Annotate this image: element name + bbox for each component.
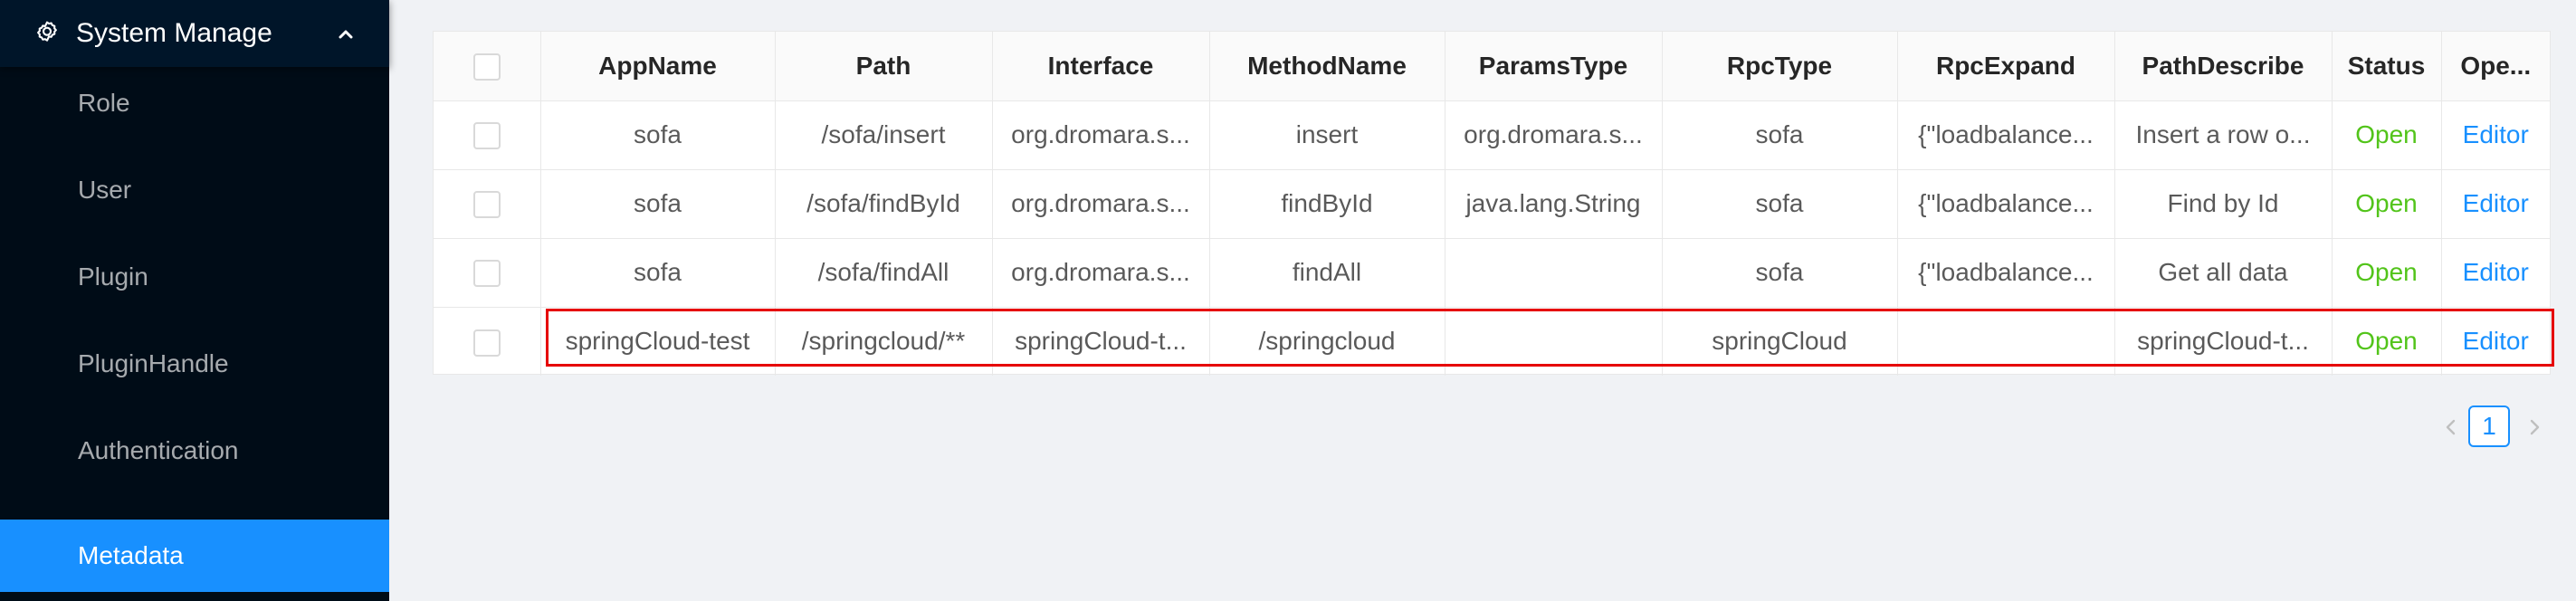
sidebar-item-metadata[interactable]: Metadata	[0, 520, 389, 592]
cell-rpctype: sofa	[1662, 169, 1898, 239]
column-header-path: Path	[775, 32, 993, 101]
cell-appname: sofa	[540, 100, 776, 170]
editor-link[interactable]: Editor	[2441, 169, 2550, 239]
column-header-rpctype: RpcType	[1662, 32, 1898, 101]
cell-paramstype	[1445, 238, 1663, 308]
cell-interface: org.dromara.s...	[992, 100, 1210, 170]
column-header-operation: Ope...	[2441, 32, 2550, 101]
cell-rpcexpand	[1897, 307, 2115, 376]
cell-path: /springcloud/**	[775, 307, 993, 376]
table-row: sofa /sofa/findAll org.dromara.s... find…	[434, 238, 2550, 308]
sidebar-item-label: Role	[78, 89, 130, 117]
cell-pathdescribe: Insert a row o...	[2114, 100, 2333, 170]
row-select-cell[interactable]	[434, 307, 541, 376]
app-root: System Manage Role User Plugin PluginHandle…	[0, 0, 2576, 601]
cell-rpctype: sofa	[1662, 100, 1898, 170]
column-header-methodname: MethodName	[1209, 32, 1445, 101]
row-select-cell[interactable]	[434, 100, 541, 170]
sidebar-item-role[interactable]: Role	[0, 67, 389, 139]
sidebar-item-label: Metadata	[78, 541, 184, 569]
cell-appname: sofa	[540, 238, 776, 308]
sidebar-item-label: User	[78, 176, 132, 204]
cell-appname: springCloud-test	[540, 307, 776, 376]
table-header-row: AppName Path Interface MethodName Params…	[434, 32, 2550, 101]
cell-rpctype: sofa	[1662, 238, 1898, 308]
table-row: sofa /sofa/insert org.dromara.s... inser…	[434, 100, 2550, 170]
chevron-right-icon	[2530, 419, 2540, 435]
pagination-next[interactable]	[2520, 413, 2549, 442]
cell-interface: springCloud-t...	[992, 307, 1210, 376]
row-checkbox[interactable]	[472, 329, 501, 357]
main-content: AppName Path Interface MethodName Params…	[389, 0, 2576, 601]
cell-methodname: findAll	[1209, 238, 1445, 308]
cell-interface: org.dromara.s...	[992, 238, 1210, 308]
row-checkbox[interactable]	[472, 191, 501, 219]
cell-status: Open	[2332, 169, 2442, 239]
sidebar-item-plugin[interactable]: Plugin	[0, 241, 389, 313]
cell-status: Open	[2332, 100, 2442, 170]
sidebar-item-label: Plugin	[78, 262, 148, 291]
pagination-page-1[interactable]: 1	[2468, 405, 2510, 447]
row-select-cell[interactable]	[434, 238, 541, 308]
metadata-table: AppName Path Interface MethodName Params…	[433, 31, 2551, 376]
cell-paramstype: java.lang.String	[1445, 169, 1663, 239]
submenu-items: Role User Plugin PluginHandle Authentication…	[0, 67, 389, 601]
cell-path: /sofa/findById	[775, 169, 993, 239]
column-header-status: Status	[2332, 32, 2442, 101]
column-header-paramstype: ParamsType	[1445, 32, 1663, 101]
row-select-cell[interactable]	[434, 169, 541, 239]
cell-rpcexpand: {"loadbalance...	[1897, 169, 2115, 239]
sidebar-item-label: Authentication	[78, 436, 239, 464]
column-header-rpcexpand: RpcExpand	[1897, 32, 2115, 101]
column-header-pathdescribe: PathDescribe	[2114, 32, 2333, 101]
editor-link[interactable]: Editor	[2441, 307, 2550, 376]
select-all-checkbox[interactable]	[472, 53, 501, 81]
chevron-left-icon	[2446, 419, 2456, 435]
cell-rpcexpand: {"loadbalance...	[1897, 238, 2115, 308]
cell-status: Open	[2332, 238, 2442, 308]
cell-methodname: insert	[1209, 100, 1445, 170]
column-header-interface: Interface	[992, 32, 1210, 101]
cell-path: /sofa/findAll	[775, 238, 993, 308]
cell-pathdescribe: Find by Id	[2114, 169, 2333, 239]
metadata-grid: AppName Path Interface MethodName Params…	[434, 32, 2550, 376]
cell-paramstype	[1445, 307, 1663, 376]
sidebar-item-label: PluginHandle	[78, 349, 229, 377]
sidebar-item-user[interactable]: User	[0, 154, 389, 226]
cell-pathdescribe: springCloud-t...	[2114, 307, 2333, 376]
editor-link[interactable]: Editor	[2441, 100, 2550, 170]
select-all-cell[interactable]	[434, 32, 541, 101]
cell-pathdescribe: Get all data	[2114, 238, 2333, 308]
cell-methodname: /springcloud	[1209, 307, 1445, 376]
table-row: sofa /sofa/findById org.dromara.s... fin…	[434, 169, 2550, 239]
submenu-title: System Manage	[76, 18, 272, 48]
row-checkbox[interactable]	[472, 122, 501, 150]
cell-rpctype: springCloud	[1662, 307, 1898, 376]
table-row-highlighted: springCloud-test /springcloud/** springC…	[434, 307, 2550, 376]
cell-path: /sofa/insert	[775, 100, 993, 170]
cell-paramstype: org.dromara.s...	[1445, 100, 1663, 170]
column-header-appname: AppName	[540, 32, 776, 101]
cell-interface: org.dromara.s...	[992, 169, 1210, 239]
gear-icon	[37, 21, 57, 42]
sidebar-item-authentication[interactable]: Authentication	[0, 415, 389, 487]
row-checkbox[interactable]	[472, 260, 501, 288]
sidebar-item-pluginhandle[interactable]: PluginHandle	[0, 328, 389, 400]
cell-methodname: findById	[1209, 169, 1445, 239]
sidebar: System Manage Role User Plugin PluginHandle…	[0, 0, 389, 601]
cell-rpcexpand: {"loadbalance...	[1897, 100, 2115, 170]
submenu-header-system-manage[interactable]: System Manage	[0, 0, 389, 67]
chevron-up-icon	[339, 30, 353, 39]
pagination-prev[interactable]	[2437, 413, 2466, 442]
editor-link[interactable]: Editor	[2441, 238, 2550, 308]
cell-status: Open	[2332, 307, 2442, 376]
cell-appname: sofa	[540, 169, 776, 239]
